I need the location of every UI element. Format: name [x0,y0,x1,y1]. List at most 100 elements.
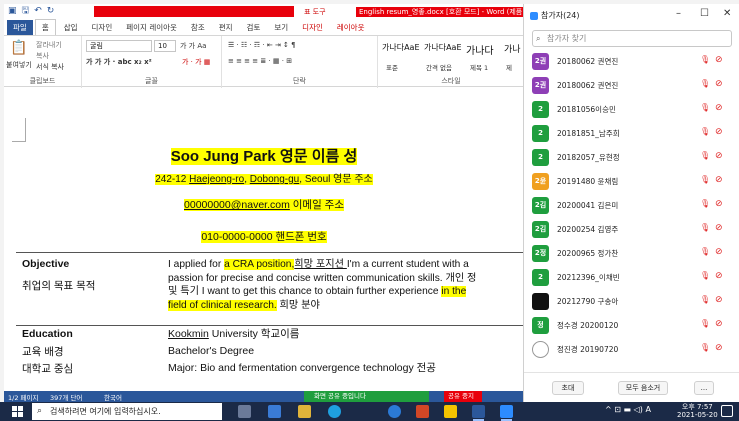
tab-review[interactable]: 검토 [241,20,267,35]
folder-icon[interactable] [298,405,311,418]
tab-references[interactable]: 참조 [185,20,211,35]
video-off-icon[interactable]: ⊘ [715,103,723,113]
chevron-up-icon[interactable]: ^ [605,405,612,414]
grow-shrink-font-icons[interactable]: 가 가 Aa [180,41,206,51]
windows-start-icon[interactable] [12,406,23,417]
style-normal-preview[interactable]: 가나다AaE [382,42,420,53]
document-page[interactable]: Soo Jung Park 영문 이름 성 242-12 Haejeong-ro… [4,88,524,391]
format-painter-button[interactable]: 서식 복사 [36,62,64,72]
mic-muted-icon[interactable]: 🎙 [700,343,710,352]
word-taskbar-icon[interactable] [472,405,485,421]
bold-italic-underline-icons[interactable]: 가 가 가 · abc x₂ x² [86,57,152,67]
paste-button[interactable]: 붙여넣기 [6,60,32,70]
tab-mailings[interactable]: 편지 [213,20,239,35]
mute-all-button[interactable]: 모두 음소거 [618,381,668,395]
mic-muted-icon[interactable]: 🎙 [700,103,710,112]
tab-home[interactable]: 홈 [34,19,56,35]
participant-row[interactable]: 2권 20180062 권연진 🎙 ⊘ [524,50,739,73]
cut-button[interactable]: 잘라내기 [36,40,62,50]
powerpoint-icon[interactable] [416,405,429,418]
participant-row[interactable]: 정진경 20190720 🎙 ⊘ [524,338,739,361]
volume-icon[interactable]: ◁) [634,405,646,414]
participant-row[interactable]: 2김 20200254 김영주 🎙 ⊘ [524,218,739,241]
style-no-spacing-preview[interactable]: 가나다AaE [424,42,462,53]
tab-table-design[interactable]: 디자인 [296,20,329,35]
video-off-icon[interactable]: ⊘ [715,175,723,185]
redo-icon[interactable]: ↻ [47,5,55,17]
participant-row[interactable]: 2 20181851_남주희 🎙 ⊘ [524,122,739,145]
maximize-icon[interactable]: ☐ [700,8,709,19]
battery-icon[interactable]: ▬ [624,405,632,414]
mic-muted-icon[interactable]: 🎙 [700,223,710,232]
font-size-box[interactable]: 10 [154,40,176,52]
participant-search-input[interactable]: ⌕ 참가자 찾기 [532,30,732,47]
mic-muted-icon[interactable]: 🎙 [700,271,710,280]
participant-row[interactable]: 2윤 20191480 윤채림 🎙 ⊘ [524,170,739,193]
mic-muted-icon[interactable]: 🎙 [700,247,710,256]
taskbar-clock[interactable]: 오후 7:57 2021-05-20 [677,403,718,419]
video-off-icon[interactable]: ⊘ [715,151,723,161]
participant-row[interactable]: 2 20182057_유현정 🎙 ⊘ [524,146,739,169]
mic-muted-icon[interactable]: 🎙 [700,55,710,64]
minimize-icon[interactable]: – [676,8,681,19]
page-count[interactable]: 1/2 페이지 [8,392,38,402]
file-explorer-icon[interactable] [268,405,281,418]
participant-row[interactable]: 2 20212396_이채빈 🎙 ⊘ [524,266,739,289]
font-name-box[interactable]: 굴림 [86,40,152,52]
style-heading1-preview[interactable]: 가나다 [466,42,494,57]
tab-page-layout[interactable]: 페이지 레이아웃 [120,20,183,35]
mic-muted-icon[interactable]: 🎙 [700,175,710,184]
invite-button[interactable]: 초대 [552,381,584,395]
video-off-icon[interactable]: ⊘ [715,247,723,257]
video-off-icon[interactable]: ⊘ [715,223,723,233]
undo-icon[interactable]: ↶ [34,5,42,17]
participant-row[interactable]: 2김 20200041 김은미 🎙 ⊘ [524,194,739,217]
video-off-icon[interactable]: ⊘ [715,55,723,65]
notification-icon[interactable] [721,405,733,417]
participant-row[interactable]: 2 20181056이승민 🎙 ⊘ [524,98,739,121]
video-off-icon[interactable]: ⊘ [715,127,723,137]
ime-indicator[interactable]: A [645,405,650,414]
participant-row[interactable]: 정 정수경 20200120 🎙 ⊘ [524,314,739,337]
email-address[interactable]: 00000000@naver.com [184,199,290,211]
language-indicator[interactable]: 한국어 [104,392,122,402]
style-heading2-preview[interactable]: 가나 [504,42,521,55]
font-color-icon[interactable]: 가 · 가 ▦ [182,57,210,67]
video-off-icon[interactable]: ⊘ [715,295,723,305]
more-button[interactable]: ... [694,381,714,395]
stop-share-button[interactable]: 공유 중지 [444,391,482,402]
mic-muted-icon[interactable]: 🎙 [700,127,710,136]
paste-icon[interactable]: 📋 [10,40,27,56]
edge-browser-icon[interactable] [328,405,341,418]
participant-row[interactable]: 2권 20180062 권연진 🎙 ⊘ [524,74,739,97]
taskbar-search-input[interactable]: ⌕ 검색하려면 여기에 입력하십시오. [32,403,222,420]
video-off-icon[interactable]: ⊘ [715,79,723,89]
mic-muted-icon[interactable]: 🎙 [700,295,710,304]
mic-muted-icon[interactable]: 🎙 [700,79,710,88]
tab-table-layout[interactable]: 레이아웃 [331,20,371,35]
word-count[interactable]: 397개 단어 [50,392,82,402]
tab-insert[interactable]: 삽입 [58,20,84,35]
screen-share-indicator[interactable]: 화면 공유 중입니다 [304,391,429,402]
video-off-icon[interactable]: ⊘ [715,343,723,353]
tab-view[interactable]: 보기 [268,20,294,35]
video-off-icon[interactable]: ⊘ [715,319,723,329]
video-off-icon[interactable]: ⊘ [715,271,723,281]
mic-muted-icon[interactable]: 🎙 [700,151,710,160]
mic-muted-icon[interactable]: 🎙 [700,199,710,208]
copy-button[interactable]: 복사 [36,51,49,61]
close-icon[interactable]: ✕ [723,8,731,19]
tab-design[interactable]: 디자인 [86,20,119,35]
system-tray[interactable]: ^ ⊡ ▬ ◁) A [605,405,651,414]
save-icon[interactable]: 🖫 [22,5,30,17]
participant-row[interactable]: 20212790 구송아 🎙 ⊘ [524,290,739,313]
align-icons[interactable]: ≡ ≡ ≡ ≡ ≣ · ▦ · ⊞ [228,57,292,65]
network-icon[interactable]: ⊡ [614,405,623,414]
video-off-icon[interactable]: ⊘ [715,199,723,209]
list-icons[interactable]: ☰ · ☷ · ☶ · ⇤ ⇥ ↕ ¶ [228,41,296,49]
internet-explorer-icon[interactable] [388,405,401,418]
participant-row[interactable]: 2정 20200965 정가찬 🎙 ⊘ [524,242,739,265]
kakaotalk-icon[interactable] [444,405,457,418]
mic-muted-icon[interactable]: 🎙 [700,319,710,328]
tab-file[interactable]: 파일 [7,19,33,35]
